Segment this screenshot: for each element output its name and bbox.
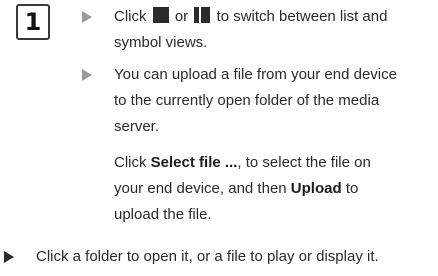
step-number: 1 [24,8,42,36]
instruction-or: or [174,8,189,25]
instruction-suffix: to switch between list and [216,8,388,25]
list-view-icon [152,7,169,23]
instruction-view-toggle: Click or to switch between list and [114,4,387,30]
upload-label: Upload [290,180,342,197]
instruction-line: symbol views. [114,34,208,51]
instruction-prefix: Click [114,8,147,25]
bullet-arrow-icon [82,4,94,30]
instruction-upload: your end device, and then Upload to [114,176,358,202]
instruction-line: upload the file. [114,206,212,223]
instruction-suffix: , to select the file on [237,154,371,171]
instruction-line: server. [114,118,160,135]
instruction-suffix: to [345,180,359,197]
instruction-prefix: Click [114,154,147,171]
instruction-open-folder: Click a folder to open it, or a file to … [36,248,379,265]
select-file-label: Select file ... [150,154,238,171]
instruction-line: You can upload a file from your end devi… [114,66,397,83]
bullet-arrow-icon [4,244,16,270]
bullet-arrow-icon [82,62,94,88]
step-number-badge: 1 [16,4,50,40]
instruction-select-file: Click Select file ..., to select the fil… [114,150,371,176]
instruction-line: to the currently open folder of the medi… [114,92,380,109]
symbol-view-icon [194,7,211,23]
instruction-prefix: your end device, and then [114,180,287,197]
